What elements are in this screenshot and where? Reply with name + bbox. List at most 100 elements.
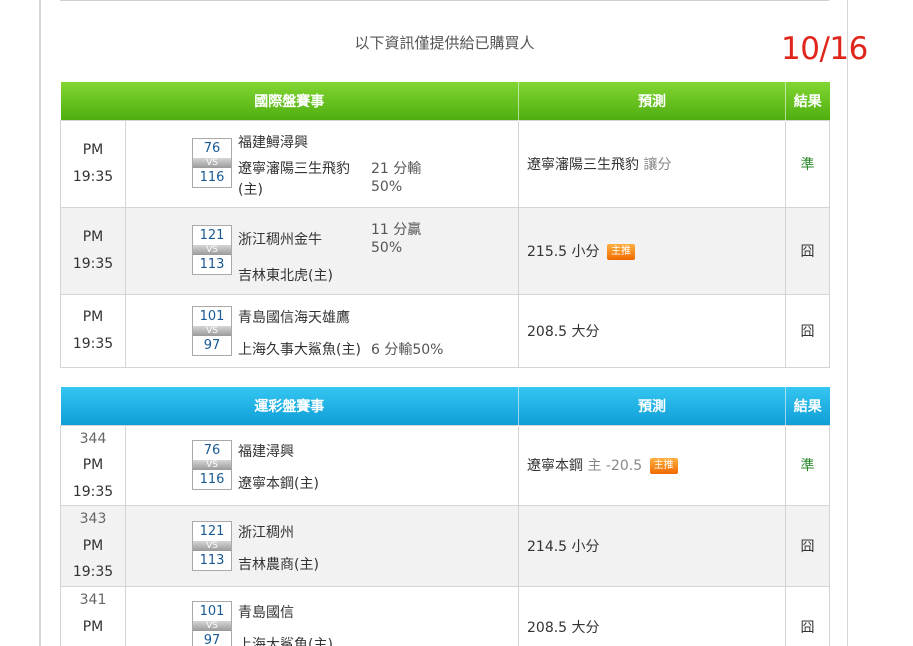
intl-games-table: 國際盤賽事 預測 結果 PM 19:35 76 VS 116 福建鱘潯興 遼寧瀋… xyxy=(60,82,830,368)
vs-label: VS xyxy=(193,540,231,551)
prediction-cell: 208.5 大分 xyxy=(518,293,786,368)
match-cell: 121 VS 113 浙江稠州 吉林農商(主) xyxy=(125,505,519,588)
prediction-cell: 208.5 大分 xyxy=(518,586,786,646)
vs-label: VS xyxy=(193,621,231,632)
match-cell: 76 VS 116 福建潯興 遼寧本鋼(主) xyxy=(125,424,519,507)
game-time: PM 19:35 xyxy=(73,618,113,646)
sports-header-event: 運彩盤賽事 xyxy=(60,387,519,425)
prediction-text: 遼寧瀋陽三生飛豹 xyxy=(527,156,639,173)
top-divider xyxy=(60,0,829,1)
game-id-time-cell: 344 PM 19:35 xyxy=(60,424,126,507)
score-home: 113 xyxy=(199,257,225,272)
result-cell: 囧 xyxy=(785,293,830,368)
vs-label: VS xyxy=(193,459,231,470)
intl-header-prediction: 預測 xyxy=(518,82,786,120)
prediction-text: 208.5 大分 xyxy=(527,323,600,340)
table-row: PM 19:35 76 VS 116 福建鱘潯興 遼寧瀋陽三生飛豹 (主) 21… xyxy=(60,119,830,208)
prediction-cell: 遼寧本鋼 主 -20.5 主推 xyxy=(518,424,786,507)
game-time: PM 19:35 xyxy=(72,457,114,500)
result-cell: 準 xyxy=(785,424,830,507)
score-box: 101 VS 97 xyxy=(192,306,232,356)
team-home: 上海大鯊魚(主) xyxy=(238,637,333,646)
featured-badge: 主推 xyxy=(649,458,678,475)
page-border-right xyxy=(847,0,848,646)
intl-header-result: 結果 xyxy=(785,82,830,120)
game-time: PM 19:35 xyxy=(60,206,126,295)
match-cell: 76 VS 116 福建鱘潯興 遼寧瀋陽三生飛豹 (主) 21 分輸 50% xyxy=(125,119,519,208)
game-time: PM 19:35 xyxy=(60,119,126,208)
table-row: PM 19:35 121 VS 113 浙江稠州金牛 吉林東北虎(主) 11 分… xyxy=(60,206,830,295)
handicap-line: 21 分輸 xyxy=(371,161,422,177)
vs-label: VS xyxy=(193,245,231,255)
sports-games-table: 運彩盤賽事 預測 結果 344 PM 19:35 76 VS 116 福建潯興 … xyxy=(60,387,830,646)
intl-header-row: 國際盤賽事 預測 結果 xyxy=(60,82,830,120)
sports-header-prediction: 預測 xyxy=(518,387,786,425)
result-cell: 囧 xyxy=(785,586,830,646)
table-row: 341 PM 19:35 101 VS 97 青島國信 上海大鯊魚(主) 208… xyxy=(60,586,830,646)
score-away: 101 xyxy=(199,309,225,324)
game-id-time-cell: 343 PM 19:35 xyxy=(60,505,126,588)
game-number: 344 xyxy=(79,430,107,447)
table-row: PM 19:35 101 VS 97 青島國信海天雄鷹 上海久事大鯊魚(主) 6… xyxy=(60,293,830,368)
score-box: 121 VS 113 xyxy=(192,225,232,275)
match-cell: 101 VS 97 青島國信 上海大鯊魚(主) xyxy=(125,586,519,646)
team-away: 青島國信海天雄鷹 xyxy=(238,310,350,326)
team-home: 吉林東北虎(主) xyxy=(238,268,333,284)
featured-badge: 主推 xyxy=(606,243,635,260)
game-number: 341 xyxy=(79,592,107,609)
prediction-cell: 215.5 小分 主推 xyxy=(518,206,786,295)
result-cell: 囧 xyxy=(785,206,830,295)
match-cell: 121 VS 113 浙江稠州金牛 吉林東北虎(主) 11 分贏 50% xyxy=(125,206,519,295)
home-mark: (主) xyxy=(238,182,263,198)
score-away: 76 xyxy=(203,141,221,156)
handicap-percent: 50% xyxy=(371,240,403,256)
score-box: 76 VS 116 xyxy=(192,138,232,188)
score-box: 101 VS 97 xyxy=(192,601,232,646)
purchase-notice: 以下資訊僅提供給已購買人 xyxy=(354,34,535,52)
team-away: 浙江稠州 xyxy=(238,524,294,541)
prediction-sub: 主 -20.5 xyxy=(587,458,643,475)
prediction-text: 215.5 小分 xyxy=(527,243,600,260)
page-border-left xyxy=(39,0,41,646)
handicap-line: 11 分贏 xyxy=(371,222,422,238)
score-home: 116 xyxy=(199,471,225,487)
score-home: 113 xyxy=(199,552,225,568)
team-away: 福建鱘潯興 xyxy=(238,135,308,151)
score-box: 76 VS 116 xyxy=(192,439,232,490)
result-cell: 準 xyxy=(785,119,830,208)
result-cell: 囧 xyxy=(785,505,830,588)
score-home: 116 xyxy=(199,170,225,185)
intl-header-event: 國際盤賽事 xyxy=(60,82,519,120)
team-home: 吉林農商(主) xyxy=(238,556,319,573)
prediction-text: 208.5 大分 xyxy=(527,619,600,636)
prediction-text: 遼寧本鋼 xyxy=(527,458,583,475)
game-number: 343 xyxy=(79,511,107,528)
vs-label: VS xyxy=(193,326,231,336)
prediction-cell: 遼寧瀋陽三生飛豹 讓分 xyxy=(518,119,786,208)
game-time: PM 19:35 xyxy=(60,293,126,368)
score-away: 121 xyxy=(199,228,225,243)
prediction-cell: 214.5 小分 xyxy=(518,505,786,588)
prediction-sub: 讓分 xyxy=(643,156,672,173)
score-away: 101 xyxy=(199,604,225,620)
score-home: 97 xyxy=(203,338,221,353)
table-row: 344 PM 19:35 76 VS 116 福建潯興 遼寧本鋼(主) 遼寧本鋼… xyxy=(60,424,830,507)
game-id-time-cell: 341 PM 19:35 xyxy=(60,586,126,646)
score-box: 121 VS 113 xyxy=(192,520,232,571)
date-mark: 10/16 xyxy=(781,31,868,67)
score-home: 97 xyxy=(203,633,221,646)
team-away: 青島國信 xyxy=(238,605,294,622)
handicap-line: 6 分輸50% xyxy=(371,342,444,358)
sports-header-result: 結果 xyxy=(785,387,830,425)
sports-header-row: 運彩盤賽事 預測 結果 xyxy=(60,387,830,425)
table-row: 343 PM 19:35 121 VS 113 浙江稠州 吉林農商(主) 214… xyxy=(60,505,830,588)
score-away: 121 xyxy=(199,523,225,539)
team-home: 遼寧本鋼(主) xyxy=(238,475,319,492)
match-cell: 101 VS 97 青島國信海天雄鷹 上海久事大鯊魚(主) 6 分輸50% xyxy=(125,293,519,368)
prediction-text: 214.5 小分 xyxy=(527,539,600,556)
vs-label: VS xyxy=(193,158,231,168)
team-away: 福建潯興 xyxy=(238,443,294,460)
handicap-percent: 50% xyxy=(371,179,403,195)
team-home: 遼寧瀋陽三生飛豹 xyxy=(238,161,350,177)
score-away: 76 xyxy=(203,442,221,458)
